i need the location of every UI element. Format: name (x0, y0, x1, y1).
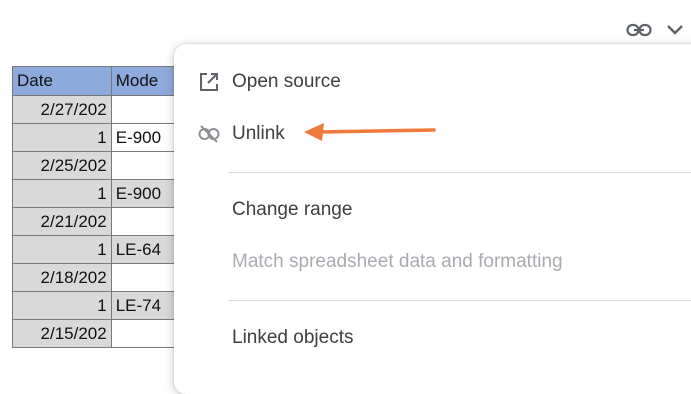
column-header-date: Date (12, 66, 112, 96)
link-off-icon (198, 123, 220, 145)
menu-item-label: Change range (232, 199, 353, 220)
menu-item-open-source[interactable]: Open source (174, 60, 691, 104)
number-cell: 1 (12, 235, 112, 264)
number-cell: 1 (12, 291, 112, 320)
date-cell: 2/25/202 (12, 151, 112, 180)
menu-divider (228, 172, 691, 173)
date-cell: 2/18/202 (12, 263, 112, 292)
menu-item-change-range[interactable]: Change range (174, 188, 691, 232)
menu-item-linked-objects[interactable]: Linked objects (174, 316, 691, 360)
date-cell: 2/15/202 (12, 319, 112, 348)
menu-item-label: Unlink (232, 123, 285, 144)
menu-item-label: Open source (232, 71, 341, 92)
date-cell: 2/27/202 (12, 95, 112, 124)
annotation-arrow-icon (304, 123, 436, 141)
number-cell: 1 (12, 179, 112, 208)
menu-item-label: Match spreadsheet data and formatting (232, 251, 563, 272)
link-options-button[interactable] (612, 12, 691, 48)
date-cell: 2/21/202 (12, 207, 112, 236)
menu-item-label: Linked objects (232, 327, 354, 348)
linked-object-menu: Open source Unlink Change range Match sp… (174, 44, 691, 394)
open-in-new-icon (198, 71, 220, 93)
number-cell: 1 (12, 123, 112, 152)
menu-divider (228, 300, 691, 301)
chevron-down-icon (666, 24, 684, 36)
link-icon (626, 22, 652, 38)
menu-item-match-formatting: Match spreadsheet data and formatting (174, 240, 691, 284)
